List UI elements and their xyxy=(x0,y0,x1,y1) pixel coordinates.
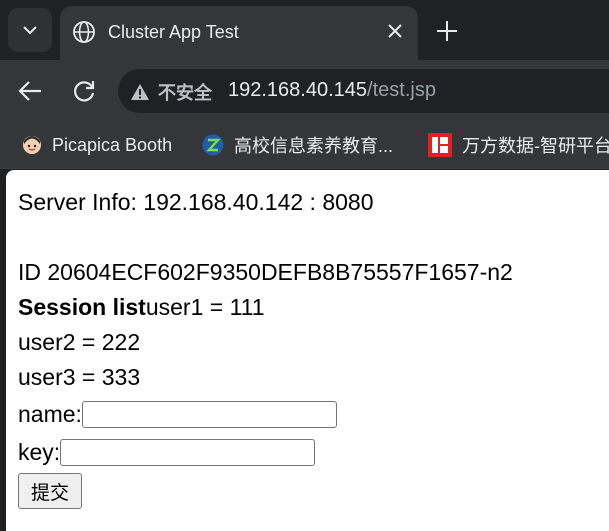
bookmarks-bar: Picapica Booth 高校信息素养教育... 万方数据-智研平台 xyxy=(0,122,609,169)
bookmark-picapica[interactable]: Picapica Booth xyxy=(22,132,172,158)
key-row: key: xyxy=(18,433,609,471)
security-chip[interactable]: 不安全 xyxy=(130,81,212,103)
tab-title: Cluster App Test xyxy=(108,22,239,42)
session-list-label: Session list xyxy=(18,294,146,320)
bookmark-label: 高校信息素养教育... xyxy=(234,136,394,156)
globe-icon xyxy=(73,21,95,43)
session-item: user1 = 111 xyxy=(145,294,265,320)
tab-search-button[interactable] xyxy=(8,8,52,52)
close-tab-button[interactable] xyxy=(382,18,408,44)
bookmark-label: 万方数据-智研平台 xyxy=(462,136,609,156)
session-item: user2 = 222 xyxy=(18,329,141,355)
new-tab-button[interactable] xyxy=(432,16,462,46)
chevron-down-icon xyxy=(23,26,37,35)
back-button[interactable] xyxy=(12,73,48,109)
wanfang-logo-icon xyxy=(428,133,452,157)
url-text[interactable]: 192.168.40.145/test.jsp xyxy=(228,79,436,102)
tab-strip: Cluster App Test xyxy=(0,0,609,60)
address-bar[interactable]: 不安全 192.168.40.145/test.jsp xyxy=(118,69,609,113)
name-row: name: xyxy=(18,395,609,433)
z-logo-icon xyxy=(202,134,224,156)
security-label: 不安全 xyxy=(158,83,212,103)
reload-button[interactable] xyxy=(66,73,102,109)
bookmark-gaoxiao[interactable]: 高校信息素养教育... xyxy=(202,132,393,158)
page-content: Server Info: 192.168.40.142 : 8080 ID 20… xyxy=(6,170,609,531)
close-icon xyxy=(388,24,402,38)
session-item: user3 = 333 xyxy=(18,364,141,390)
url-host: 192.168.40.145 xyxy=(228,79,368,101)
url-path: /test.jsp xyxy=(367,79,436,101)
warning-triangle-icon xyxy=(131,84,149,100)
name-input[interactable] xyxy=(81,400,337,428)
server-info: Server Info: 192.168.40.142 : 8080 xyxy=(18,189,374,215)
avatar-icon xyxy=(23,136,41,154)
name-label: name: xyxy=(18,400,82,427)
plus-icon xyxy=(437,21,457,41)
session-list-row: Session listuser1 = 111 xyxy=(18,290,609,325)
session-id: ID 20604ECF602F9350DEFB8B75557F1657-n2 xyxy=(18,259,513,285)
submit-button[interactable]: 提交 xyxy=(18,473,83,509)
key-input[interactable] xyxy=(60,438,316,466)
browser-chrome: Cluster App Test 不安全 192.168.40.145/test… xyxy=(0,0,609,169)
arrow-left-icon xyxy=(18,81,41,101)
bookmark-wanfang[interactable]: 万方数据-智研平台 xyxy=(428,132,609,158)
active-tab[interactable]: Cluster App Test xyxy=(60,6,418,60)
reload-icon xyxy=(74,81,95,102)
key-label: key: xyxy=(18,438,61,465)
bookmark-label: Picapica Booth xyxy=(52,134,173,155)
toolbar: 不安全 192.168.40.145/test.jsp xyxy=(0,60,609,122)
